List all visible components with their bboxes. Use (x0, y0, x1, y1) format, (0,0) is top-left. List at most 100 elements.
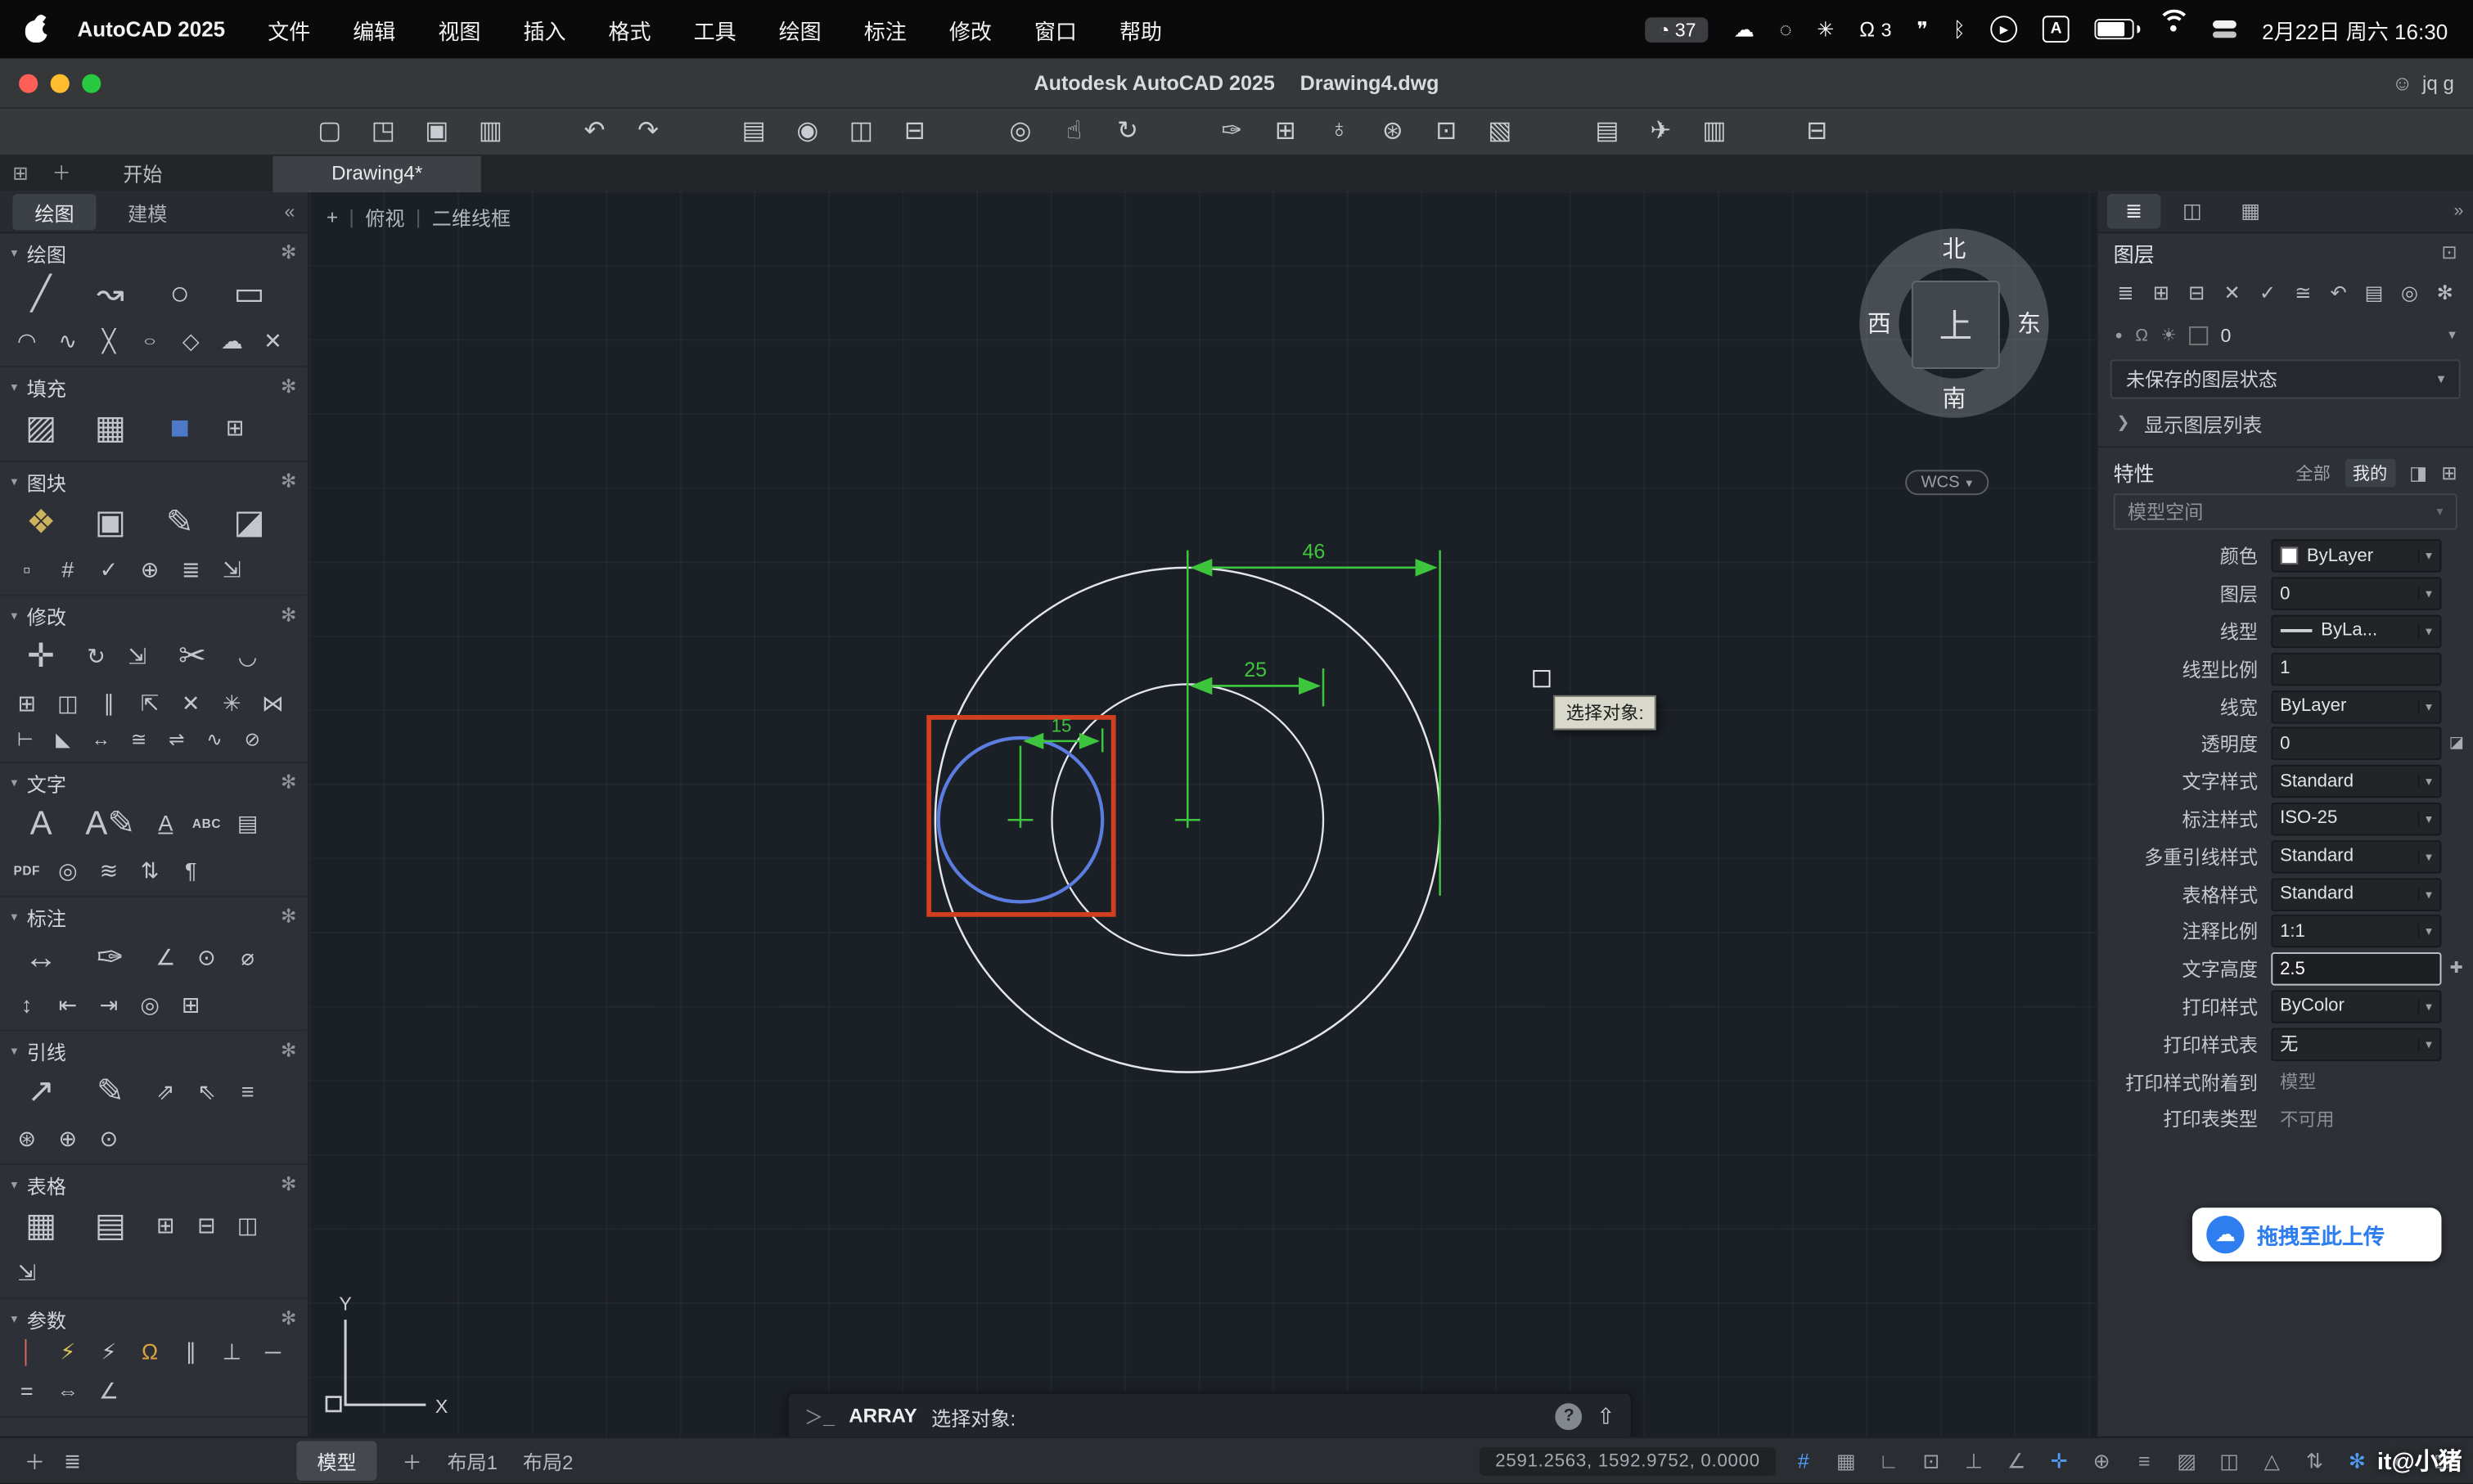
color-field[interactable]: ByLayer ▾ (2270, 540, 2441, 573)
count-blocks-icon[interactable]: ⇲ (211, 552, 252, 588)
layer-previous-icon[interactable]: ↶ (2322, 281, 2355, 304)
array-icon[interactable]: ⊞ (7, 686, 47, 722)
menu-item[interactable]: 编辑 (353, 13, 395, 45)
radius-dimension-icon[interactable]: ⊙ (186, 940, 227, 976)
palette-section-header[interactable]: ▾ 修改 ✻ (7, 599, 301, 631)
layer-freeze-icon[interactable]: ☀ (2161, 325, 2177, 345)
collapse-panel-icon[interactable]: « (285, 200, 295, 223)
menu-item[interactable]: 绘图 (779, 13, 822, 45)
lineweight-field[interactable]: ByLayer ▾ (2270, 690, 2441, 722)
viewcube-east[interactable]: 东 (2017, 307, 2041, 340)
rotate-icon[interactable]: ↻ (76, 639, 117, 675)
multileader-style-field[interactable]: Standard ▾ (2270, 840, 2441, 873)
gear-icon[interactable]: ✻ (281, 241, 296, 263)
layer-states-dropdown[interactable]: 未保存的图层状态 ▾ (2110, 359, 2461, 398)
spline-icon[interactable]: ∿ (47, 323, 88, 359)
chat-icon[interactable]: ❞ (1917, 16, 1927, 42)
vertical-constraint-icon[interactable]: │ (7, 1333, 47, 1369)
menu-item[interactable]: 窗口 (1034, 13, 1077, 45)
polar-tracking-toggle[interactable]: ∠ (2002, 1448, 2032, 1473)
match-properties-icon[interactable]: ✑ (1205, 115, 1259, 147)
offset-icon[interactable]: ∥ (88, 686, 129, 722)
snap-mode-toggle[interactable]: ▦ (1831, 1448, 1862, 1473)
lengthen-icon[interactable]: ↔ (82, 726, 119, 756)
viewcube-south[interactable]: 南 (1859, 381, 2048, 414)
attach-reference-icon[interactable]: ▫ (7, 552, 47, 588)
infer-constraints-toggle[interactable]: ∟ (1874, 1449, 1904, 1473)
screen-record-icon[interactable]: ▶ (1991, 16, 2018, 43)
paragraph-icon[interactable]: ¶ (170, 853, 211, 889)
leader-landing-icon[interactable]: ⊕ (47, 1121, 88, 1157)
gear-icon[interactable]: ✻ (281, 1307, 296, 1329)
new-file-icon[interactable]: ▢ (303, 115, 357, 147)
image-attach-icon[interactable]: ▧ (1473, 115, 1527, 147)
transparency-toggle[interactable]: ▨ (2172, 1448, 2202, 1473)
dimension-style-field[interactable]: ISO-25 ▾ (2270, 803, 2441, 835)
palette-section-header[interactable]: ▾ 表格 ✻ (7, 1168, 301, 1200)
blend-curves-icon[interactable]: ∿ (196, 726, 233, 756)
text-style-field[interactable]: Standard ▾ (2270, 765, 2441, 798)
share-drawing-icon[interactable]: ✈ (1634, 115, 1688, 147)
upload-dropzone-button[interactable]: ☁ 拖拽至此上传 (2192, 1207, 2442, 1261)
table-style-field[interactable]: Standard ▾ (2270, 878, 2441, 911)
zoom-button[interactable] (82, 74, 101, 92)
object-snap-tracking-toggle[interactable]: ✛ (2044, 1448, 2074, 1473)
layer-field[interactable]: 0 ▾ (2270, 578, 2441, 610)
attach-xref-icon[interactable]: ⊡ (1420, 115, 1474, 147)
control-center-icon[interactable] (2213, 20, 2237, 38)
save-icon[interactable]: ▣ (410, 115, 464, 147)
reverse-icon[interactable]: ⇌ (158, 726, 196, 756)
set-current-layer-icon[interactable]: ✓ (2250, 281, 2284, 304)
display-settings-icon[interactable]: ▥ (1687, 115, 1741, 147)
sync-attributes-icon[interactable]: ✓ (88, 552, 129, 588)
insert-block-icon[interactable]: ❖ (7, 497, 76, 549)
chamfer-icon[interactable]: ◣ (44, 726, 82, 756)
viewcube-west[interactable]: 西 (1867, 307, 1891, 340)
plot-table-type-field[interactable]: 不可用 ▾ (2270, 1103, 2441, 1135)
properties-tab[interactable]: ◫ (2165, 194, 2219, 228)
rectangle-icon[interactable]: ▭ (214, 268, 284, 321)
tab-start[interactable]: 开始 (82, 158, 203, 188)
chevron-down-icon[interactable]: ▾ (2448, 326, 2456, 344)
block-list-icon[interactable]: ≣ (170, 552, 211, 588)
tab-layout2[interactable]: 布局2 (523, 1446, 574, 1476)
menu-item[interactable]: 插入 (523, 13, 565, 45)
stretch-icon[interactable]: ⇱ (129, 686, 170, 722)
palette-list-icon[interactable]: ≣ (54, 1448, 92, 1473)
merge-cells-icon[interactable]: ◫ (227, 1207, 268, 1243)
batch-plot-icon[interactable]: ⊟ (888, 115, 942, 147)
gear-icon[interactable]: ✻ (281, 470, 296, 492)
diameter-dimension-icon[interactable]: ⌀ (227, 940, 268, 976)
menu-item[interactable]: 格式 (609, 13, 651, 45)
tolerance-icon[interactable]: ⊞ (170, 987, 211, 1023)
viewport-menu-button[interactable]: + (327, 206, 338, 228)
new-drawing-tab-button[interactable]: ＋ (41, 160, 82, 187)
overkill-icon[interactable]: ⊘ (233, 726, 271, 756)
linetype-field[interactable]: ByLa... ▾ (2270, 615, 2441, 648)
visual-style-control[interactable]: 二维线框 (432, 202, 511, 232)
clip-reference-icon[interactable]: # (47, 552, 88, 588)
wcs-dropdown[interactable]: WCS ▾ (1905, 470, 1988, 495)
angular-dimension-icon[interactable]: ∠ (145, 940, 186, 976)
gear-icon[interactable]: ✻ (281, 375, 296, 398)
undo-icon[interactable]: ↶ (568, 115, 622, 147)
selection-cycling-toggle[interactable]: ◫ (2214, 1448, 2245, 1473)
apple-menu-icon[interactable] (25, 16, 49, 43)
polyline-icon[interactable]: ↝ (76, 268, 146, 321)
plot-style-attach-field[interactable]: 模型 ▾ (2270, 1065, 2441, 1098)
baseline-dimension-icon[interactable]: ⇤ (47, 987, 88, 1023)
layer-properties-icon[interactable]: ≣ (2109, 281, 2142, 304)
tool-palettes-tab[interactable]: ▦ (2223, 194, 2277, 228)
zoom-window-icon[interactable]: ◎ (993, 115, 1047, 147)
spell-check-icon[interactable]: ABC (186, 806, 227, 842)
pan-icon[interactable]: ☝ (1047, 115, 1101, 147)
object-snap-toggle[interactable]: ⊕ (2087, 1448, 2117, 1473)
menu-item[interactable]: 修改 (949, 13, 992, 45)
more-panels-icon[interactable]: » (2454, 202, 2464, 221)
fillet-icon[interactable]: ◡ (227, 639, 268, 675)
break-icon[interactable]: ⊢ (7, 726, 44, 756)
export-table-icon[interactable]: ⇲ (7, 1255, 47, 1291)
perpendicular-constraint-icon[interactable]: ⊥ (211, 1333, 252, 1369)
revision-cloud-icon[interactable]: ☁ (211, 323, 252, 359)
trim-icon[interactable]: ✂ (158, 631, 227, 683)
